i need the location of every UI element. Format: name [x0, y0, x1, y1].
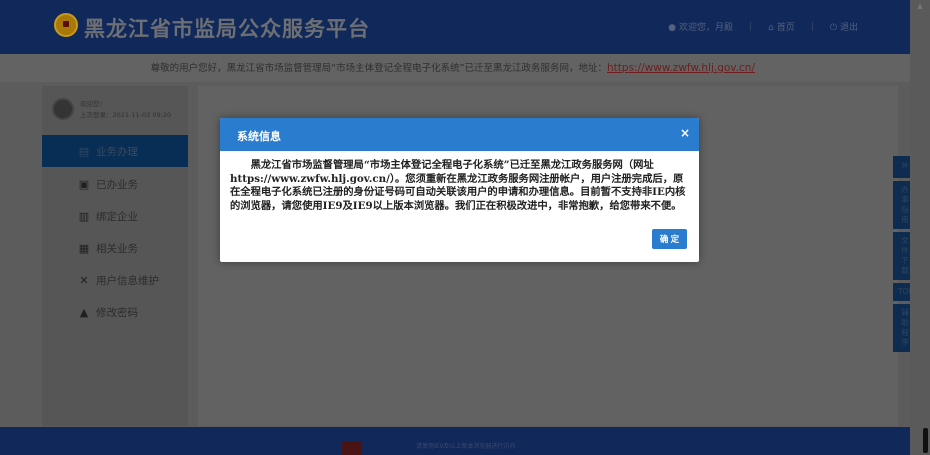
logout-link[interactable]: ⏻ 退出 — [830, 20, 858, 33]
sidebar-item-done[interactable]: ▣ 已办业务 — [42, 168, 188, 200]
system-info-dialog: 系统信息 × 黑龙江省市场监督管理局“市场主体登记全程电子化系统”已迁至黑龙江政… — [220, 118, 699, 262]
footer-emblem-icon — [342, 441, 362, 455]
sidebar-item-label: 相关业务 — [96, 242, 138, 255]
welcome-text: 欢迎您！ — [80, 100, 106, 108]
close-icon[interactable]: × — [680, 126, 690, 140]
sidebar-item-company[interactable]: ▥ 绑定企业 — [42, 200, 188, 232]
notice-text: 尊敬的用户您好，黑龙江省市场监督管理局“市场主体登记全程电子化系统”已迁至黑龙江… — [150, 63, 608, 74]
user-icon: ● — [668, 23, 677, 33]
dialog-header: 系统信息 × — [220, 118, 699, 151]
business-icon: ▤ — [78, 144, 90, 158]
sidebar-item-label: 业务办理 — [96, 145, 138, 158]
scrollbar[interactable] — [910, 0, 930, 455]
notice-bar: 尊敬的用户您好，黑龙江省市场监督管理局“市场主体登记全程电子化系统”已迁至黑龙江… — [0, 54, 910, 82]
footer: 请使用IE9及以上版本浏览器进行访问 — [0, 427, 910, 455]
home-icon: ⌂ — [768, 23, 774, 33]
site-title: 黑龙江省市监局公众服务平台 — [84, 17, 370, 41]
sidebar-item-label: 用户信息维护 — [96, 274, 159, 287]
company-icon: ▥ — [78, 209, 90, 223]
sidebar-item-related[interactable]: ▦ 相关业务 — [42, 232, 188, 264]
scroll-up-icon[interactable]: ▲ — [913, 2, 927, 12]
welcome-link[interactable]: ● 欢迎您，月殿 — [668, 20, 733, 33]
sidebar-item-label: 已办业务 — [96, 178, 138, 191]
user-welcome: 欢迎您！ 上次登录：2021-11-03 09:20 — [80, 99, 171, 121]
sidebar-item-business[interactable]: ▤ 业务办理 — [42, 135, 188, 167]
sidebar: 欢迎您！ 上次登录：2021-11-03 09:20 ▤ 业务办理 ▣ 已办业务… — [42, 86, 188, 426]
sidebar-item-user-info[interactable]: ✕ 用户信息维护 — [42, 264, 188, 296]
dialog-title: 系统信息 — [237, 130, 281, 143]
confirm-button[interactable]: 确 定 — [652, 229, 687, 249]
site-header: 黑龙江省市监局公众服务平台 ● 欢迎您，月殿 | ⌂ 首页 | ⏻ 退出 — [0, 0, 910, 54]
footer-text: 请使用IE9及以上版本浏览器进行访问 — [416, 443, 516, 450]
power-icon: ⏻ — [829, 23, 837, 33]
dialog-message: 黑龙江省市场监督管理局“市场主体登记全程电子化系统”已迁至黑龙江政务服务网（网址… — [230, 159, 686, 212]
divider: | — [749, 21, 753, 32]
divider: | — [810, 21, 814, 32]
last-login-text: 上次登录：2021-11-03 09:20 — [80, 111, 172, 119]
avatar — [52, 98, 74, 120]
done-icon: ▣ — [78, 177, 90, 191]
sidebar-item-password[interactable]: ▲ 修改密码 — [42, 296, 188, 328]
emblem-icon — [54, 13, 78, 37]
scroll-thumb[interactable] — [923, 428, 928, 453]
lock-icon: ▲ — [79, 305, 89, 319]
tools-icon: ✕ — [79, 273, 89, 287]
home-link[interactable]: ⌂ 首页 — [768, 20, 795, 33]
related-icon: ▦ — [78, 241, 90, 255]
user-box: 欢迎您！ 上次登录：2021-11-03 09:20 — [42, 86, 188, 132]
sidebar-item-label: 绑定企业 — [96, 210, 138, 223]
sidebar-item-label: 修改密码 — [96, 306, 138, 319]
top-links: ● 欢迎您，月殿 | ⌂ 首页 | ⏻ 退出 — [668, 20, 858, 34]
notice-link[interactable]: https://www.zwfw.hlj.gov.cn/ — [607, 62, 755, 74]
